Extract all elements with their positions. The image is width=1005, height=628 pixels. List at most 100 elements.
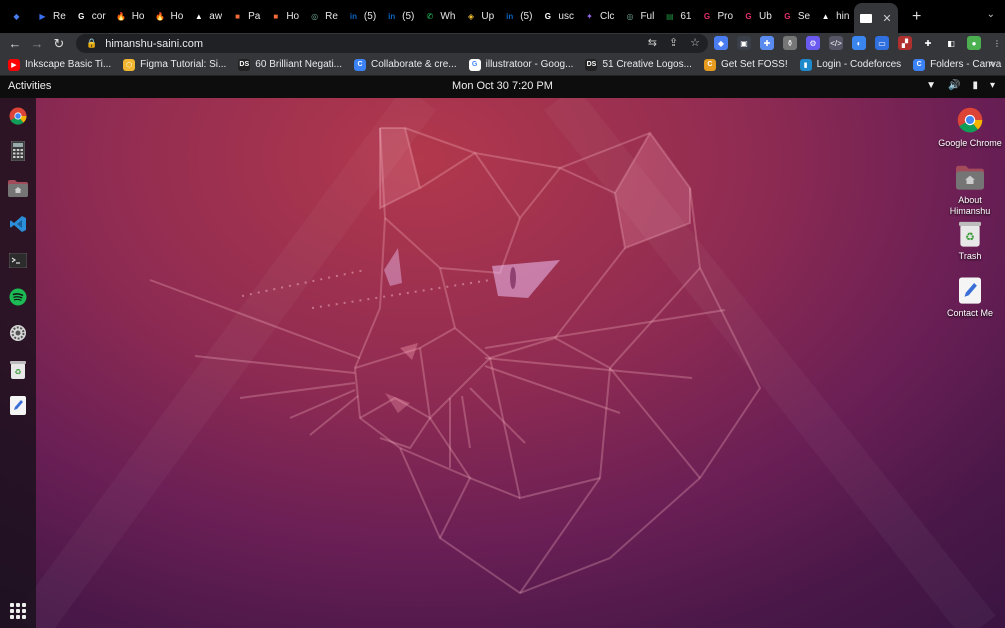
- dock-spotify[interactable]: [7, 286, 29, 308]
- firebase-icon: 🔥: [155, 12, 165, 21]
- browser-tab[interactable]: 🔥 Ho: [150, 4, 188, 30]
- desktop-icon-label: About Himanshu: [949, 195, 991, 216]
- browser-tab[interactable]: G Ub: [738, 4, 776, 30]
- desktop-icon-about-himanshu[interactable]: About Himanshu: [935, 163, 1005, 217]
- profile-avatar-icon[interactable]: ●: [967, 36, 981, 50]
- browser-tab-label: Ho: [170, 11, 184, 22]
- dev-ext-icon[interactable]: </>: [829, 36, 843, 50]
- back-button[interactable]: ←: [4, 36, 26, 51]
- reload-button[interactable]: ↻: [48, 36, 70, 52]
- dock-vscode[interactable]: [7, 213, 29, 235]
- color-ext-icon[interactable]: ◐: [852, 36, 866, 50]
- extensions-icon[interactable]: ✚: [921, 36, 935, 50]
- browser-tab[interactable]: G Se: [777, 4, 814, 30]
- desktop-icon-contact-me[interactable]: Contact Me: [935, 276, 1005, 319]
- side-panel-icon[interactable]: ◧: [944, 36, 958, 50]
- bookmark-item[interactable]: ▶ Inkscape Basic Ti...: [8, 58, 112, 71]
- settings-icon: [10, 325, 26, 341]
- browser-tab-label: Ho: [131, 11, 145, 22]
- gear-ext-icon[interactable]: ⚙: [806, 36, 820, 50]
- spotify-icon: [9, 288, 27, 306]
- system-menu-icon[interactable]: ▾: [990, 80, 995, 91]
- network-icon[interactable]: ▼: [926, 80, 936, 91]
- tab-search-icon[interactable]: ⌄: [987, 9, 995, 20]
- bottle-ext-icon[interactable]: ⚱: [783, 36, 797, 50]
- dock-calculator[interactable]: [7, 140, 29, 162]
- bookmark-item[interactable]: ▮ Login - Codeforces: [799, 58, 901, 71]
- bookmarks-overflow-button[interactable]: »: [989, 58, 995, 70]
- new-tab-button[interactable]: +: [907, 8, 927, 26]
- browser-tab[interactable]: ▲ hin: [815, 4, 853, 30]
- browser-tab[interactable]: ▲ aw: [188, 4, 226, 30]
- browser-tab-label: Se: [797, 11, 811, 22]
- browser-tab[interactable]: G Pro: [696, 4, 737, 30]
- address-bar[interactable]: 🔒 himanshu-saini.com ⇆ ⇪ ☆: [76, 34, 708, 53]
- browser-tab-label: 61: [680, 11, 692, 22]
- gem-ext-icon[interactable]: ◆: [714, 36, 728, 50]
- browser-tab[interactable]: ▶ Re: [32, 4, 70, 30]
- close-tab-icon[interactable]: ✕: [882, 12, 891, 25]
- battery-icon[interactable]: ▮: [972, 80, 978, 91]
- g-circle-icon: G: [745, 12, 752, 21]
- desktop-icon-trash[interactable]: ♻ Trash: [935, 219, 1005, 262]
- desktop-icon-chrome[interactable]: Google Chrome: [935, 106, 1005, 149]
- system-top-bar: Activities Mon Oct 30 7:20 PM ▼ 🔊 ▮ ▾: [0, 76, 1005, 98]
- browser-tab[interactable]: Gcor: [71, 4, 110, 30]
- browser-tab[interactable]: ■ Pa: [227, 4, 264, 30]
- dock-text-editor[interactable]: [7, 394, 29, 416]
- dock-settings[interactable]: [7, 322, 29, 344]
- bookmark-label: Collaborate & cre...: [371, 59, 457, 70]
- desktop-icon-label: Trash: [958, 251, 982, 261]
- show-applications-icon[interactable]: [10, 603, 26, 619]
- browser-tab[interactable]: ◆: [6, 4, 31, 30]
- firebase-icon: 🔥: [116, 12, 127, 21]
- bookmark-item[interactable]: ⬡ Figma Tutorial: Si...: [123, 58, 226, 71]
- browser-tab[interactable]: 🔥 Ho: [111, 4, 149, 30]
- window-ext-icon[interactable]: ▭: [875, 36, 889, 50]
- page-icon: [860, 13, 873, 23]
- clock[interactable]: Mon Oct 30 7:20 PM: [0, 80, 1005, 92]
- text-editor-icon: [10, 395, 26, 415]
- menu-kebab-icon[interactable]: ⋮: [990, 36, 1004, 50]
- browser-tab[interactable]: ◎ Ful: [619, 4, 658, 30]
- browser-tab[interactable]: ◎ Re: [304, 4, 342, 30]
- browser-tab[interactable]: in (5): [343, 4, 380, 30]
- bookmark-item[interactable]: DS 60 Brilliant Negati...: [238, 58, 342, 71]
- bookmark-item[interactable]: C Get Set FOSS!: [703, 58, 788, 71]
- share-icon[interactable]: ⇪: [669, 36, 678, 49]
- system-tray[interactable]: ▼ 🔊 ▮ ▾: [926, 80, 995, 91]
- puzzle-blue-icon[interactable]: ✚: [760, 36, 774, 50]
- browser-tab-label: Pa: [248, 11, 261, 22]
- browser-tab[interactable]: in (5): [499, 4, 536, 30]
- screenshot-ext-icon[interactable]: ▣: [737, 36, 751, 50]
- browser-tab[interactable]: ▤ 61: [659, 4, 695, 30]
- dock-terminal[interactable]: [7, 249, 29, 271]
- checker-ext-icon[interactable]: ▞: [898, 36, 912, 50]
- terminal-icon: [9, 252, 27, 268]
- dock-files[interactable]: [7, 177, 29, 199]
- bookmark-star-icon[interactable]: ☆: [690, 36, 700, 49]
- active-browser-tab[interactable]: ✕: [854, 3, 898, 33]
- browser-tab[interactable]: ✦ Clc: [579, 4, 618, 30]
- bookmark-label: Inkscape Basic Ti...: [25, 59, 112, 70]
- g-circle-icon: G: [703, 12, 711, 21]
- bookmark-item[interactable]: Gillustratoor - Goog...: [468, 58, 573, 71]
- bookmark-item[interactable]: DS 51 Creative Logos...: [585, 58, 692, 71]
- browser-tab[interactable]: Gusc: [537, 4, 578, 30]
- vercel-icon: ▲: [194, 12, 203, 21]
- translate-icon[interactable]: ⇆: [648, 36, 657, 49]
- forward-button[interactable]: →: [26, 36, 48, 51]
- address-url[interactable]: himanshu-saini.com: [105, 38, 203, 50]
- dock-trash[interactable]: ♻: [7, 358, 29, 380]
- volume-icon[interactable]: 🔊: [948, 80, 960, 91]
- bookmark-item[interactable]: C Collaborate & cre...: [354, 58, 457, 71]
- extensions-row: ◆ ▣ ✚ ⚱ ⚙ </> ◐ ▭ ▞ ✚ ◧ ● ⋮: [714, 36, 1004, 50]
- browser-tab[interactable]: ◈ Up: [460, 4, 498, 30]
- browser-tab[interactable]: in (5): [381, 4, 418, 30]
- chrome-icon: [957, 107, 983, 133]
- browser-tab[interactable]: ✆ Wh: [419, 4, 459, 30]
- browser-tab-label: (5): [363, 11, 377, 22]
- dock-chrome[interactable]: [7, 105, 29, 127]
- browser-tab[interactable]: ■ Ho: [265, 4, 303, 30]
- svg-text:♻: ♻: [965, 230, 975, 243]
